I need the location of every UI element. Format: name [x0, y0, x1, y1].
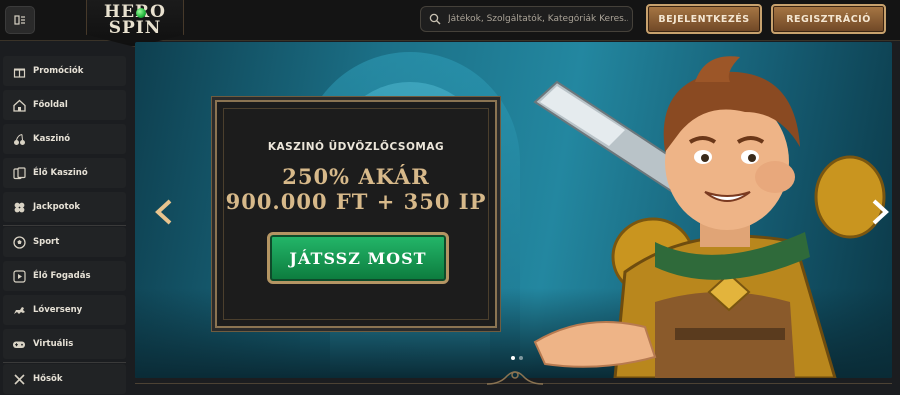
home-icon: [11, 97, 27, 113]
chevron-right-icon: [872, 199, 889, 225]
hero-banner[interactable]: KASZINÓ ÜDVÖZLŐCSOMAG 250% AKÁR 900.000 …: [135, 42, 892, 378]
sidebar-item-sport[interactable]: Sport: [3, 227, 126, 257]
sidebar-item-promotions[interactable]: Promóciók: [3, 56, 126, 86]
sidebar-item-label: Hősök: [33, 374, 63, 384]
sidebar-item-label: Élő Kaszinó: [33, 168, 88, 178]
sidebar-item-label: Promóciók: [33, 66, 84, 76]
search-box[interactable]: [420, 6, 633, 32]
gamepad-icon: [11, 336, 27, 352]
soccer-ball-icon: [11, 234, 27, 250]
ornament-icon: [486, 371, 544, 385]
sidebar-divider: [3, 362, 126, 363]
crossed-swords-icon: [11, 371, 27, 387]
offer-subtitle: KASZINÓ ÜDVÖZLŐCSOMAG: [267, 141, 445, 153]
play-now-button[interactable]: JÁTSSZ MOST: [267, 232, 449, 284]
live-betting-icon: [11, 268, 27, 284]
offer-headline-1: 250% AKÁR: [282, 164, 430, 189]
gift-icon: [11, 63, 27, 79]
login-button[interactable]: BEJELENTKEZÉS: [646, 4, 762, 34]
sidebar-item-virtual[interactable]: Virtuális: [3, 329, 126, 359]
carousel-prev-button[interactable]: [149, 192, 179, 232]
carousel-next-button[interactable]: [865, 192, 892, 232]
horse-icon: [11, 302, 27, 318]
sidebar-item-casino[interactable]: Kaszinó: [3, 124, 126, 154]
sidebar-item-label: Jackpotok: [33, 202, 81, 212]
cherries-icon: [11, 131, 27, 147]
logo-text-line2: SPIN: [108, 18, 162, 38]
sidebar-item-label: Kaszinó: [33, 134, 71, 144]
sidebar-item-home[interactable]: Főoldal: [3, 90, 126, 120]
carousel-dot[interactable]: [519, 356, 523, 360]
hero-character-illustration: [533, 56, 886, 378]
sidebar-nav: Promóciók Főoldal Kaszinó Élő Kaszinó Ja…: [0, 52, 127, 395]
site-logo[interactable]: HERO SPIN: [86, 0, 184, 47]
sidebar-item-horse-racing[interactable]: Lóverseny: [3, 295, 126, 325]
logo-gem-icon: [136, 8, 146, 18]
sidebar-item-label: Virtuális: [33, 339, 74, 349]
search-input[interactable]: [446, 13, 630, 25]
clover-icon: [11, 199, 27, 215]
search-icon: [429, 13, 441, 25]
carousel-indicators: [511, 356, 523, 360]
sidebar-item-live-casino[interactable]: Élő Kaszinó: [3, 158, 126, 188]
sidebar-divider: [3, 225, 126, 226]
carousel-dot[interactable]: [511, 356, 515, 360]
top-header: HERO SPIN BEJELENTKEZÉS REGISZTRÁCIÓ: [0, 0, 900, 47]
sidebar-item-label: Sport: [33, 237, 60, 247]
sidebar-item-heroes[interactable]: Hősök: [3, 364, 126, 394]
offer-headline-2: 900.000 FT + 350 IP: [225, 189, 487, 214]
sidebar-item-jackpots[interactable]: Jackpotok: [3, 192, 126, 222]
sidebar-item-live-betting[interactable]: Élő Fogadás: [3, 261, 126, 291]
menu-toggle-button[interactable]: [5, 6, 35, 34]
welcome-offer-panel: KASZINÓ ÜDVÖZLŐCSOMAG 250% AKÁR 900.000 …: [215, 100, 497, 328]
sidebar-item-label: Főoldal: [33, 100, 68, 110]
menu-icon: [14, 15, 25, 25]
cards-icon: [11, 165, 27, 181]
sidebar-item-label: Élő Fogadás: [33, 271, 91, 281]
chevron-left-icon: [155, 199, 172, 225]
sidebar-item-label: Lóverseny: [33, 305, 83, 315]
register-button[interactable]: REGISZTRÁCIÓ: [771, 4, 886, 34]
